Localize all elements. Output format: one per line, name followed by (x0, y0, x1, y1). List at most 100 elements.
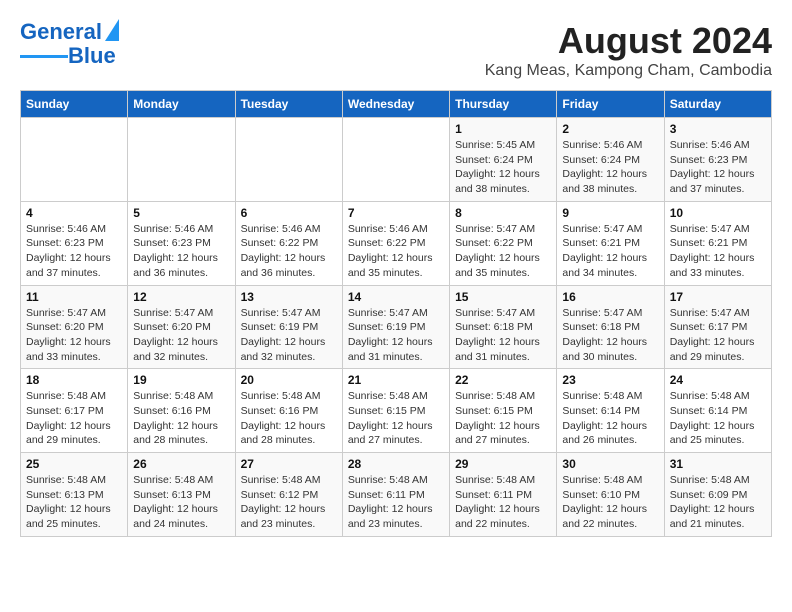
week-row-2: 4 Sunrise: 5:46 AM Sunset: 6:23 PM Daylig… (21, 201, 772, 285)
calendar-cell-4-3: 20Sunrise: 5:48 AM Sunset: 6:16 PM Dayli… (235, 369, 342, 453)
day-info: Sunrise: 5:46 AM Sunset: 6:24 PM Dayligh… (562, 138, 658, 197)
day-info: Sunrise: 5:48 AM Sunset: 6:13 PM Dayligh… (133, 473, 229, 532)
day-number: 8 (455, 206, 551, 220)
page-header: General Blue August 2024 Kang Meas, Kamp… (20, 20, 772, 80)
day-number: 29 (455, 457, 551, 471)
day-number: 27 (241, 457, 337, 471)
day-number: 10 (670, 206, 766, 220)
calendar-cell-5-3: 27 Sunrise: 5:48 AM Sunset: 6:12 PM Dayli… (235, 453, 342, 537)
day-info: Sunrise: 5:48 AM Sunset: 6:11 PM Dayligh… (455, 473, 551, 532)
day-number: 22 (455, 373, 551, 387)
day-number: 26 (133, 457, 229, 471)
week-row-4: 18 Sunrise: 5:48 AM Sunset: 6:17 PM Dayli… (21, 369, 772, 453)
calendar-cell-3-6: 16Sunrise: 5:47 AM Sunset: 6:18 PM Dayli… (557, 285, 664, 369)
day-info: Sunrise: 5:47 AM Sunset: 6:20 PM Dayligh… (26, 306, 122, 365)
weekday-header-tuesday: Tuesday (235, 91, 342, 118)
day-number: 17 (670, 290, 766, 304)
calendar-cell-4-6: 23Sunrise: 5:48 AM Sunset: 6:14 PM Dayli… (557, 369, 664, 453)
day-info: Sunrise: 5:47 AM Sunset: 6:19 PM Dayligh… (241, 306, 337, 365)
day-number: 7 (348, 206, 444, 220)
calendar-cell-5-1: 25 Sunrise: 5:48 AM Sunset: 6:13 PM Dayli… (21, 453, 128, 537)
logo: General Blue (20, 20, 119, 68)
day-number: 2 (562, 122, 658, 136)
day-number: 18 (26, 373, 122, 387)
weekday-header-row: SundayMondayTuesdayWednesdayThursdayFrid… (21, 91, 772, 118)
calendar-cell-5-4: 28 Sunrise: 5:48 AM Sunset: 6:11 PM Dayli… (342, 453, 449, 537)
day-number: 21 (348, 373, 444, 387)
day-number: 12 (133, 290, 229, 304)
day-info: Sunrise: 5:48 AM Sunset: 6:17 PM Dayligh… (26, 389, 122, 448)
calendar-cell-3-7: 17 Sunrise: 5:47 AM Sunset: 6:17 PM Dayli… (664, 285, 771, 369)
calendar-cell-4-4: 21 Sunrise: 5:48 AM Sunset: 6:15 PM Dayli… (342, 369, 449, 453)
day-number: 1 (455, 122, 551, 136)
day-number: 13 (241, 290, 337, 304)
day-number: 11 (26, 290, 122, 304)
calendar-cell-1-7: 3Sunrise: 5:46 AM Sunset: 6:23 PM Daylig… (664, 118, 771, 202)
calendar-cell-3-1: 11 Sunrise: 5:47 AM Sunset: 6:20 PM Dayli… (21, 285, 128, 369)
calendar-cell-3-3: 13 Sunrise: 5:47 AM Sunset: 6:19 PM Dayli… (235, 285, 342, 369)
calendar-cell-5-2: 26 Sunrise: 5:48 AM Sunset: 6:13 PM Dayli… (128, 453, 235, 537)
calendar-cell-5-5: 29 Sunrise: 5:48 AM Sunset: 6:11 PM Dayli… (450, 453, 557, 537)
day-info: Sunrise: 5:47 AM Sunset: 6:20 PM Dayligh… (133, 306, 229, 365)
weekday-header-monday: Monday (128, 91, 235, 118)
day-number: 23 (562, 373, 658, 387)
day-number: 28 (348, 457, 444, 471)
day-number: 25 (26, 457, 122, 471)
calendar-cell-3-2: 12 Sunrise: 5:47 AM Sunset: 6:20 PM Dayli… (128, 285, 235, 369)
logo-text-blue: Blue (68, 44, 116, 68)
day-number: 4 (26, 206, 122, 220)
day-number: 6 (241, 206, 337, 220)
calendar-cell-4-2: 19 Sunrise: 5:48 AM Sunset: 6:16 PM Dayli… (128, 369, 235, 453)
calendar-cell-2-4: 7 Sunrise: 5:46 AM Sunset: 6:22 PM Daylig… (342, 201, 449, 285)
day-info: Sunrise: 5:47 AM Sunset: 6:19 PM Dayligh… (348, 306, 444, 365)
day-info: Sunrise: 5:48 AM Sunset: 6:16 PM Dayligh… (241, 389, 337, 448)
day-number: 30 (562, 457, 658, 471)
calendar-cell-2-3: 6 Sunrise: 5:46 AM Sunset: 6:22 PM Daylig… (235, 201, 342, 285)
calendar-cell-1-6: 2 Sunrise: 5:46 AM Sunset: 6:24 PM Daylig… (557, 118, 664, 202)
day-number: 19 (133, 373, 229, 387)
day-number: 24 (670, 373, 766, 387)
day-info: Sunrise: 5:48 AM Sunset: 6:11 PM Dayligh… (348, 473, 444, 532)
day-info: Sunrise: 5:48 AM Sunset: 6:14 PM Dayligh… (670, 389, 766, 448)
main-title: August 2024 (485, 20, 772, 62)
day-info: Sunrise: 5:47 AM Sunset: 6:21 PM Dayligh… (670, 222, 766, 281)
weekday-header-friday: Friday (557, 91, 664, 118)
day-info: Sunrise: 5:46 AM Sunset: 6:22 PM Dayligh… (348, 222, 444, 281)
day-info: Sunrise: 5:48 AM Sunset: 6:13 PM Dayligh… (26, 473, 122, 532)
sub-title: Kang Meas, Kampong Cham, Cambodia (485, 62, 772, 80)
day-info: Sunrise: 5:48 AM Sunset: 6:09 PM Dayligh… (670, 473, 766, 532)
calendar-cell-1-5: 1 Sunrise: 5:45 AM Sunset: 6:24 PM Daylig… (450, 118, 557, 202)
calendar-cell-2-6: 9Sunrise: 5:47 AM Sunset: 6:21 PM Daylig… (557, 201, 664, 285)
day-info: Sunrise: 5:48 AM Sunset: 6:15 PM Dayligh… (455, 389, 551, 448)
title-block: August 2024 Kang Meas, Kampong Cham, Cam… (485, 20, 772, 80)
day-info: Sunrise: 5:48 AM Sunset: 6:15 PM Dayligh… (348, 389, 444, 448)
week-row-5: 25 Sunrise: 5:48 AM Sunset: 6:13 PM Dayli… (21, 453, 772, 537)
calendar-cell-2-2: 5 Sunrise: 5:46 AM Sunset: 6:23 PM Daylig… (128, 201, 235, 285)
calendar-cell-1-3 (235, 118, 342, 202)
day-info: Sunrise: 5:46 AM Sunset: 6:22 PM Dayligh… (241, 222, 337, 281)
calendar-cell-2-1: 4Sunrise: 5:46 AM Sunset: 6:23 PM Daylig… (21, 201, 128, 285)
weekday-header-thursday: Thursday (450, 91, 557, 118)
day-info: Sunrise: 5:47 AM Sunset: 6:22 PM Dayligh… (455, 222, 551, 281)
calendar-cell-4-7: 24 Sunrise: 5:48 AM Sunset: 6:14 PM Dayli… (664, 369, 771, 453)
day-info: Sunrise: 5:47 AM Sunset: 6:18 PM Dayligh… (562, 306, 658, 365)
day-number: 14 (348, 290, 444, 304)
day-info: Sunrise: 5:47 AM Sunset: 6:18 PM Dayligh… (455, 306, 551, 365)
day-info: Sunrise: 5:48 AM Sunset: 6:12 PM Dayligh… (241, 473, 337, 532)
day-number: 3 (670, 122, 766, 136)
week-row-3: 11 Sunrise: 5:47 AM Sunset: 6:20 PM Dayli… (21, 285, 772, 369)
day-info: Sunrise: 5:46 AM Sunset: 6:23 PM Dayligh… (133, 222, 229, 281)
day-number: 5 (133, 206, 229, 220)
day-info: Sunrise: 5:48 AM Sunset: 6:16 PM Dayligh… (133, 389, 229, 448)
day-number: 15 (455, 290, 551, 304)
day-info: Sunrise: 5:47 AM Sunset: 6:17 PM Dayligh… (670, 306, 766, 365)
calendar-cell-3-5: 15 Sunrise: 5:47 AM Sunset: 6:18 PM Dayli… (450, 285, 557, 369)
calendar-cell-1-4 (342, 118, 449, 202)
week-row-1: 1 Sunrise: 5:45 AM Sunset: 6:24 PM Daylig… (21, 118, 772, 202)
calendar-cell-2-7: 10 Sunrise: 5:47 AM Sunset: 6:21 PM Dayli… (664, 201, 771, 285)
day-info: Sunrise: 5:45 AM Sunset: 6:24 PM Dayligh… (455, 138, 551, 197)
calendar-cell-4-5: 22 Sunrise: 5:48 AM Sunset: 6:15 PM Dayli… (450, 369, 557, 453)
calendar-cell-5-6: 30Sunrise: 5:48 AM Sunset: 6:10 PM Dayli… (557, 453, 664, 537)
day-info: Sunrise: 5:47 AM Sunset: 6:21 PM Dayligh… (562, 222, 658, 281)
weekday-header-saturday: Saturday (664, 91, 771, 118)
